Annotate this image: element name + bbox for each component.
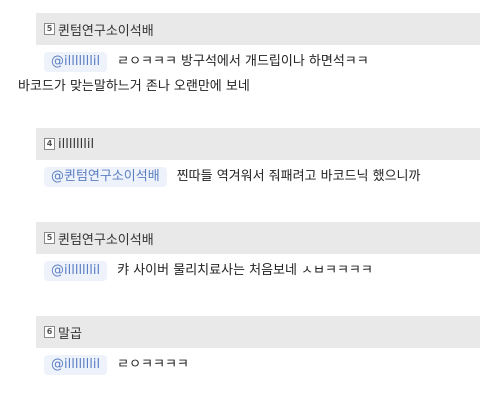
mention-tag[interactable]: @퀸텀연구소이석배 [44, 167, 167, 187]
comment-text: ㄹㅇㅋㅋㅋ 방구석에서 개드립이나 하면석ㅋㅋ [117, 54, 369, 69]
comment-author[interactable]: illlllllil [58, 137, 94, 152]
level-badge-icon: 5 [44, 23, 55, 35]
comment-header: 5 퀸텀연구소이석배 [36, 222, 480, 254]
comment-header: 5 퀸텀연구소이석배 [36, 13, 480, 45]
comment-item: 4 illlllllil @퀸텀연구소이석배 찐따들 역겨워서 줘패려고 바코드닉… [36, 128, 480, 190]
level-badge-icon: 4 [44, 138, 55, 150]
comment-item: 6 말곱 @illlllllil ㄹㅇㅋㅋㅋㅋ [36, 316, 480, 378]
comment-text: 캬 사이버 물리치료사는 처음보네 ㅅㅂㅋㅋㅋㅋ [117, 263, 373, 278]
comment-body: @illlllllil ㄹㅇㅋㅋㅋ 방구석에서 개드립이나 하면석ㅋㅋ 바코드가 … [18, 45, 480, 99]
comment-header: 4 illlllllil [36, 128, 480, 160]
level-badge-icon: 5 [44, 232, 55, 244]
comment-item: 5 퀸텀연구소이석배 @illlllllil 캬 사이버 물리치료사는 처음보네 … [36, 222, 480, 284]
comment-author[interactable]: 퀸텀연구소이석배 [58, 229, 154, 248]
comment-text-continued: 바코드가 맞는말하느거 존나 오랜만에 보네 [18, 79, 250, 94]
mention-tag[interactable]: @illlllllil [44, 261, 108, 281]
comment-author[interactable]: 퀸텀연구소이석배 [58, 20, 154, 39]
comment-body: @퀸텀연구소이석배 찐따들 역겨워서 줘패려고 바코드닉 했으니까 [36, 160, 480, 190]
comment-header: 6 말곱 [36, 316, 480, 348]
level-badge-icon: 6 [44, 326, 55, 338]
comment-text: ㄹㅇㅋㅋㅋㅋ [117, 357, 189, 372]
comment-item: 5 퀸텀연구소이석배 @illlllllil ㄹㅇㅋㅋㅋ 방구석에서 개드립이나 … [18, 13, 480, 99]
mention-tag[interactable]: @illlllllil [44, 52, 108, 72]
comment-body: @illlllllil ㄹㅇㅋㅋㅋㅋ [36, 348, 480, 378]
comment-body: @illlllllil 캬 사이버 물리치료사는 처음보네 ㅅㅂㅋㅋㅋㅋ [36, 254, 480, 284]
mention-tag[interactable]: @illlllllil [44, 355, 108, 375]
comment-author[interactable]: 말곱 [58, 323, 82, 342]
comment-thread: 5 퀸텀연구소이석배 @illlllllil ㄹㅇㅋㅋㅋ 방구석에서 개드립이나 … [0, 0, 480, 402]
comment-text: 찐따들 역겨워서 줘패려고 바코드닉 했으니까 [176, 169, 421, 184]
